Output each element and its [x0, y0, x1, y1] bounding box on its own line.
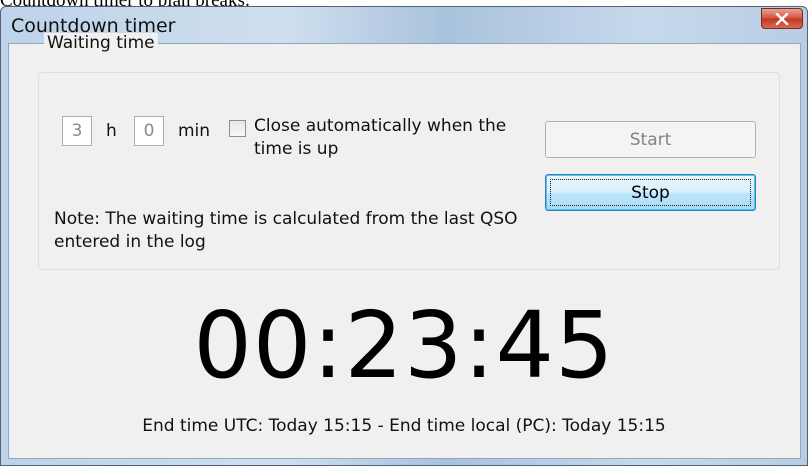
hours-input[interactable]: 3: [62, 116, 92, 146]
end-time-text: End time UTC: Today 15:15 - End time loc…: [142, 416, 666, 436]
auto-close-label[interactable]: Close automatically when the time is up: [254, 115, 544, 161]
start-button-label: Start: [629, 129, 672, 150]
close-icon: [775, 12, 789, 25]
stop-button-label: Stop: [631, 182, 670, 203]
stop-button[interactable]: Stop: [545, 174, 756, 211]
waiting-time-note: Note: The waiting time is calculated fro…: [54, 209, 518, 252]
close-button[interactable]: [761, 8, 803, 29]
minutes-unit-label: min: [178, 121, 211, 141]
start-button[interactable]: Start: [545, 121, 756, 158]
hours-unit-label: h: [106, 121, 117, 141]
minutes-input[interactable]: 0: [134, 116, 164, 146]
auto-close-checkbox[interactable]: [229, 120, 246, 137]
waiting-time-label: Waiting time: [44, 33, 158, 53]
countdown-display: 00:23:45: [193, 292, 615, 399]
